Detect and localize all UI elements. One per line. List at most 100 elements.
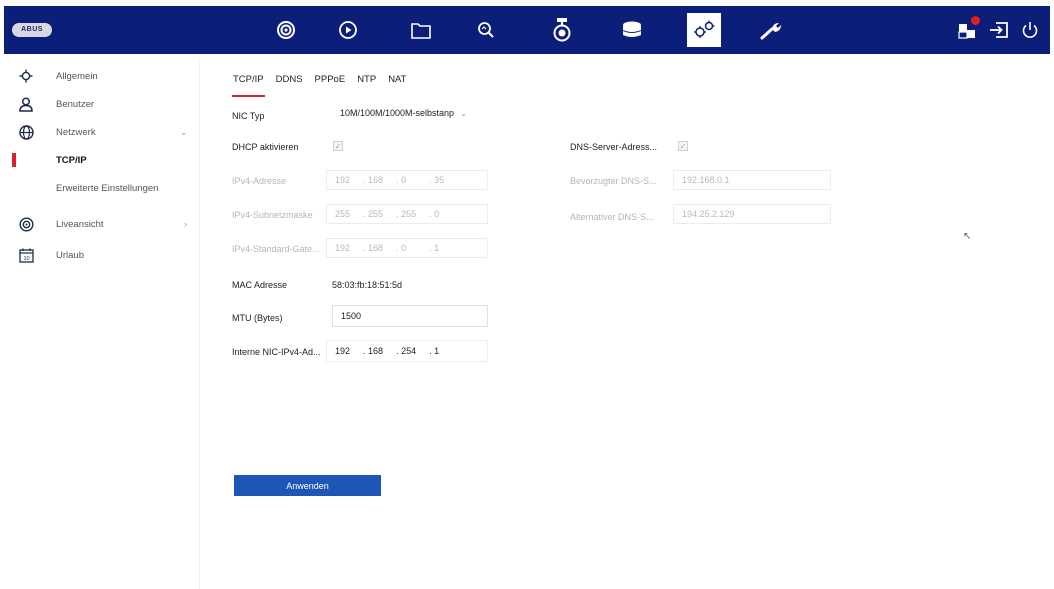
sidebar-item-netzwerk[interactable]: Netzwerk ⌄ — [4, 121, 200, 143]
octet: 168 — [368, 243, 384, 253]
octet: 0 — [401, 243, 407, 253]
logout-icon[interactable] — [985, 16, 1013, 44]
sidebar: Allgemein Benutzer Netzwerk ⌄ TCP/IP Erw… — [4, 58, 200, 589]
chevron-down-icon: ⌄ — [180, 126, 188, 137]
sidebar-item-liveansicht[interactable]: Liveansicht › — [4, 213, 200, 235]
octet: 255 — [401, 209, 417, 219]
dot: . — [363, 346, 366, 356]
dot: . — [396, 175, 399, 185]
dhcp-label: DHCP aktivieren — [232, 142, 299, 152]
dns-alternative-value: 194.25.2.129 — [682, 209, 735, 219]
dot: . — [429, 243, 432, 253]
camera-icon[interactable] — [548, 16, 576, 44]
internal-nic-label: Interne NIC-IPv4-Ad... — [232, 347, 321, 357]
dns-alternative-field[interactable]: 194.25.2.129 — [673, 204, 831, 224]
octet: 255 — [335, 209, 351, 219]
file-icon[interactable] — [407, 16, 435, 44]
tab-bar: TCP/IP DDNS PPPoE NTP NAT — [232, 74, 407, 97]
mac-address-label: MAC Adresse — [232, 280, 288, 290]
globe-icon — [18, 124, 34, 140]
octet: 1 — [434, 346, 440, 356]
dot: . — [363, 209, 366, 219]
tab-pppoe[interactable]: PPPoE — [314, 74, 347, 92]
chevron-right-icon: › — [184, 219, 187, 229]
settings-icon[interactable] — [687, 13, 721, 47]
sidebar-item-label: Netzwerk — [56, 126, 96, 138]
user-icon — [18, 96, 34, 112]
dot: . — [429, 346, 432, 356]
dot: . — [429, 175, 432, 185]
octet: 168 — [368, 346, 384, 356]
octet: 0 — [434, 209, 440, 219]
internal-nic-field[interactable]: 192. 168. 254. 1 — [326, 340, 488, 362]
nic-type-value: 10M/100M/1000M-selbstanp — [340, 108, 455, 118]
sidebar-item-allgemein[interactable]: Allgemein — [4, 65, 200, 87]
maintenance-icon[interactable] — [758, 16, 786, 44]
sidebar-item-label: Liveansicht — [56, 218, 104, 230]
sidebar-item-label: Erweiterte Einstellungen — [56, 182, 159, 194]
calendar-day: 10 — [23, 256, 29, 262]
octet: 1 — [434, 243, 440, 253]
storage-icon[interactable] — [618, 16, 646, 44]
live-view-icon[interactable] — [272, 16, 300, 44]
octet: 192 — [335, 175, 351, 185]
dot: . — [429, 209, 432, 219]
dns-auto-checkbox[interactable]: ✓ — [678, 141, 688, 151]
octet: 35 — [434, 175, 445, 185]
ipv4-address-field[interactable]: 192. 168. 0. 35 — [326, 170, 488, 190]
dot: . — [396, 209, 399, 219]
tab-ntp[interactable]: NTP — [356, 74, 377, 92]
dot: . — [363, 243, 366, 253]
calendar-icon: 10 — [18, 247, 34, 263]
check-icon: ✓ — [679, 141, 687, 151]
dns-auto-label: DNS-Server-Adress... — [570, 142, 658, 152]
sidebar-item-label: Urlaub — [56, 249, 84, 261]
dns-preferred-value: 192.168.0.1 — [682, 175, 730, 185]
nic-type-select[interactable]: 10M/100M/1000M-selbstanp ⌄ — [340, 103, 467, 123]
mouse-cursor-icon: ↖ — [963, 231, 972, 242]
sidebar-item-erweiterte-einstellungen[interactable]: Erweiterte Einstellungen — [4, 177, 200, 199]
octet: 254 — [401, 346, 417, 356]
playback-icon[interactable] — [334, 16, 362, 44]
octet: 0 — [401, 175, 407, 185]
subnet-mask-label: IPv4-Subnetzmaske — [232, 210, 313, 220]
dns-alternative-label: Alternativer DNS-S... — [570, 212, 654, 222]
chevron-down-icon: ⌄ — [460, 108, 467, 118]
gateway-field[interactable]: 192. 168. 0. 1 — [326, 238, 488, 258]
search-icon[interactable] — [472, 16, 500, 44]
camera-icon — [18, 216, 34, 232]
sidebar-item-label: TCP/IP — [56, 154, 87, 166]
octet: 192 — [335, 346, 351, 356]
gear-icon — [18, 68, 34, 84]
sidebar-item-urlaub[interactable]: 10 Urlaub — [4, 244, 200, 266]
sidebar-item-tcpip[interactable]: TCP/IP — [4, 149, 200, 171]
dns-preferred-field[interactable]: 192.168.0.1 — [673, 170, 831, 190]
mtu-field[interactable]: 1500 — [332, 305, 488, 327]
top-navigation-bar: ABUS — [4, 6, 1050, 54]
check-icon: ✓ — [334, 141, 342, 151]
tab-ddns[interactable]: DDNS — [275, 74, 304, 92]
gateway-label: IPv4-Standard-Gate... — [232, 244, 320, 254]
mac-address-value: 58:03:fb:18:51:5d — [332, 280, 403, 290]
power-icon[interactable] — [1016, 16, 1044, 44]
nic-type-label: NIC Typ — [232, 111, 265, 121]
alarm-icon[interactable] — [954, 16, 982, 44]
apply-button[interactable]: Anwenden — [234, 475, 381, 496]
dhcp-checkbox[interactable]: ✓ — [333, 141, 343, 151]
tab-nat[interactable]: NAT — [387, 74, 407, 92]
octet: 168 — [368, 175, 384, 185]
octet: 255 — [368, 209, 384, 219]
alarm-badge — [971, 16, 980, 25]
abus-logo: ABUS — [12, 23, 52, 37]
mtu-value: 1500 — [341, 311, 362, 321]
mtu-label: MTU (Bytes) — [232, 313, 283, 323]
dot: . — [396, 243, 399, 253]
octet: 192 — [335, 243, 351, 253]
dot: . — [363, 175, 366, 185]
dot: . — [396, 346, 399, 356]
tab-tcpip[interactable]: TCP/IP — [232, 74, 265, 97]
sidebar-item-benutzer[interactable]: Benutzer — [4, 93, 200, 115]
subnet-mask-field[interactable]: 255. 255. 255. 0 — [326, 204, 488, 224]
sidebar-item-label: Allgemein — [56, 70, 98, 82]
sidebar-item-label: Benutzer — [56, 98, 95, 110]
